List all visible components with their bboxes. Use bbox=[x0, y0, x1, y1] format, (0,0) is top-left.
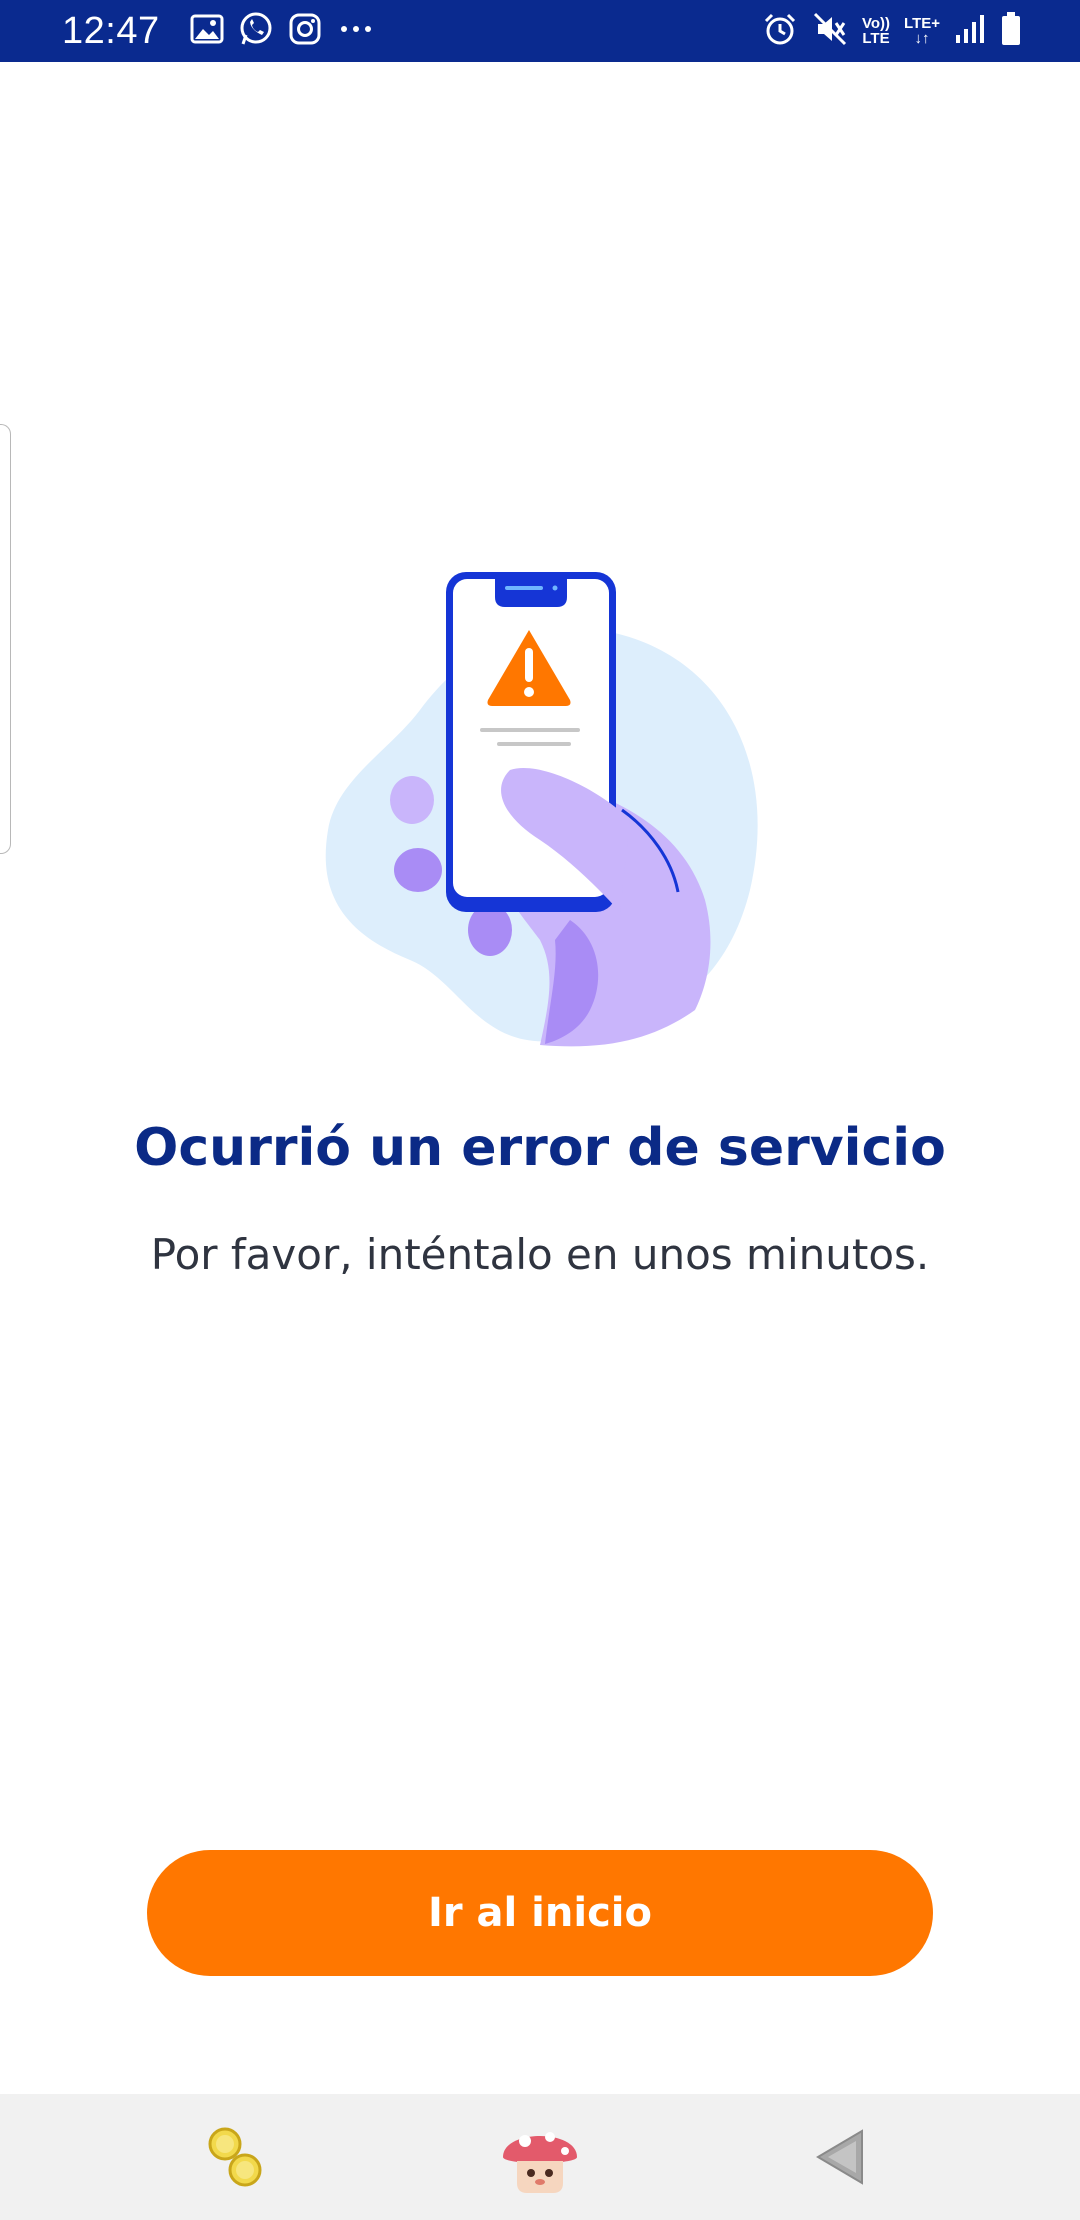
lte-plus-icon: LTE+ ↓↑ bbox=[904, 16, 940, 46]
gallery-icon bbox=[190, 14, 224, 48]
coins-icon[interactable] bbox=[190, 2094, 280, 2220]
instagram-icon bbox=[288, 12, 322, 50]
volte-top-label: Vo)) bbox=[861, 15, 891, 32]
volte-bottom-label: LTE bbox=[862, 30, 890, 47]
status-notification-icons bbox=[190, 11, 376, 51]
go-home-button[interactable]: Ir al inicio bbox=[147, 1850, 933, 1976]
more-dots-icon bbox=[336, 14, 376, 48]
back-triangle-icon[interactable] bbox=[800, 2094, 880, 2220]
mushroom-icon[interactable] bbox=[490, 2094, 590, 2220]
status-system-icons: Vo)) LTE LTE+ ↓↑ bbox=[762, 0, 1022, 62]
volte-icon: Vo)) LTE bbox=[862, 16, 890, 46]
lte-plus-label: LTE+ bbox=[904, 15, 940, 32]
battery-icon bbox=[1000, 12, 1022, 50]
data-arrows-icon: ↓↑ bbox=[914, 30, 930, 47]
page-title: Ocurrió un error de servicio bbox=[134, 1118, 946, 1178]
page-subtitle: Por favor, inténtalo en unos minutos. bbox=[150, 1230, 930, 1279]
signal-icon bbox=[954, 13, 986, 49]
mute-icon bbox=[812, 11, 848, 51]
navigation-bar bbox=[0, 2094, 1080, 2220]
go-home-button-label: Ir al inicio bbox=[428, 1890, 652, 1936]
status-bar: 12:47 Vo)) LTE LTE+ ↓↑ bbox=[0, 0, 1080, 62]
side-edge-handle[interactable] bbox=[0, 424, 11, 854]
phone-warning-illustration bbox=[300, 560, 780, 1060]
alarm-icon bbox=[762, 11, 798, 51]
status-time: 12:47 bbox=[62, 9, 160, 52]
whatsapp-icon bbox=[238, 11, 274, 51]
status-left: 12:47 bbox=[62, 0, 376, 62]
